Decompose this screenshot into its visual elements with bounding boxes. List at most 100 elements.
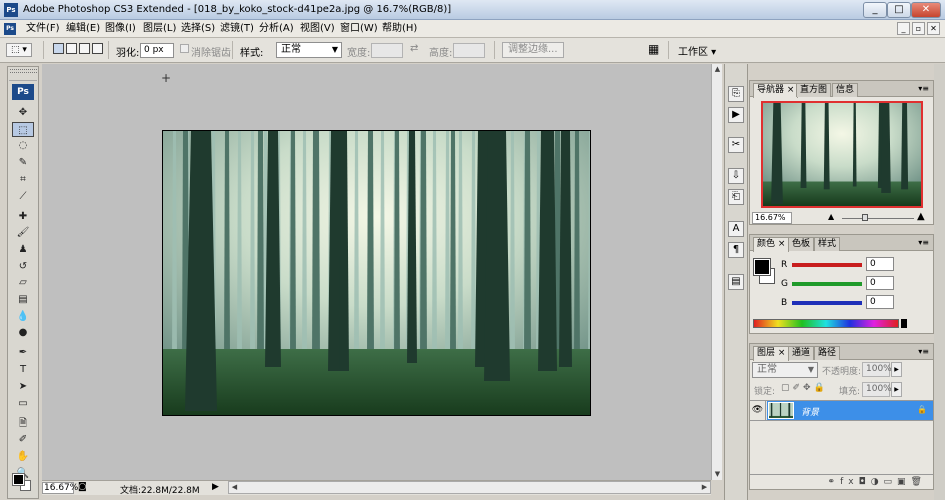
channel-r-value[interactable]: 0 (866, 257, 894, 271)
history-brush-tool-icon[interactable]: ↺ (12, 259, 34, 274)
blend-mode-select[interactable]: 正常 ▼ (752, 362, 818, 378)
tool-preset-picker[interactable]: ⬚ ▾ (6, 43, 32, 57)
move-tool-icon[interactable]: ✥ (12, 105, 34, 120)
hand-tool-icon[interactable]: ✋ (12, 449, 34, 464)
maximize-button[interactable]: □ (887, 2, 911, 18)
workspace-button[interactable]: 工作区 ▾ (678, 43, 716, 58)
panel-menu-icon[interactable]: ▾≡ (918, 347, 929, 356)
channel-r-slider[interactable] (792, 263, 862, 267)
vertical-scrollbar[interactable]: ▲ ▼ (711, 64, 722, 480)
close-button[interactable]: ✕ (911, 2, 941, 18)
zoom-level-field[interactable]: 16.67% (42, 482, 78, 494)
fill-input[interactable]: 100% (862, 382, 892, 397)
tab-layers[interactable]: 图层 × (753, 346, 790, 361)
lasso-tool-icon[interactable]: ◌ (12, 138, 34, 153)
notes-tool-icon[interactable]: 🗎 (12, 416, 34, 431)
path-select-tool-icon[interactable]: ➤ (12, 379, 34, 394)
shape-tool-icon[interactable]: ▭ (12, 396, 34, 411)
scroll-right-arrow[interactable]: ▶ (699, 482, 710, 493)
antialias-checkbox[interactable] (180, 44, 189, 53)
tab-color[interactable]: 颜色 × (753, 237, 790, 252)
marquee-tool-icon[interactable]: ⬚ (12, 121, 34, 137)
fill-arrow-icon[interactable]: ▶ (891, 382, 902, 397)
pen-tool-icon[interactable]: ✒ (12, 345, 34, 360)
menu-analysis[interactable]: 分析(A) (259, 22, 294, 36)
scroll-up-arrow[interactable]: ▲ (712, 64, 723, 75)
quick-select-tool-icon[interactable]: ✎ (12, 155, 34, 170)
panel-menu-icon[interactable]: ▾≡ (918, 238, 929, 247)
menu-select[interactable]: 选择(S) (181, 22, 215, 36)
brush-tool-icon[interactable]: 🖌 (12, 225, 34, 240)
minimize-button[interactable]: _ (863, 2, 887, 18)
eyedropper-tool-icon[interactable]: ⟋ (12, 189, 34, 204)
gradient-tool-icon[interactable]: ▤ (12, 292, 34, 307)
scroll-left-arrow[interactable]: ◀ (229, 482, 240, 493)
type-tool-icon[interactable]: T (12, 362, 34, 377)
foreground-color-swatch[interactable] (12, 473, 25, 486)
paragraph-icon[interactable]: ¶ (728, 242, 744, 258)
menu-file[interactable]: 文件(F) (26, 22, 60, 36)
document-workspace[interactable]: + (42, 64, 711, 480)
menu-help[interactable]: 帮助(H) (382, 22, 417, 36)
color-spectrum-bar[interactable] (753, 319, 899, 328)
character-icon[interactable]: A (728, 221, 744, 237)
panel-menu-icon[interactable]: ▾≡ (918, 84, 929, 93)
doc-close-button[interactable]: ✕ (927, 22, 940, 35)
opacity-arrow-icon[interactable]: ▶ (891, 362, 902, 377)
zoom-out-icon[interactable]: ▲ (828, 212, 834, 221)
ps-menu-icon[interactable]: Ps (4, 23, 16, 35)
swap-icon[interactable]: ⇄ (410, 43, 418, 54)
layer-name[interactable]: 背景 (801, 405, 819, 418)
document-canvas[interactable] (162, 130, 591, 416)
horizontal-scrollbar[interactable]: ◀ ▶ (228, 481, 711, 494)
channel-g-value[interactable]: 0 (866, 276, 894, 290)
tab-histogram[interactable]: 直方图 (796, 83, 832, 97)
navigator-zoom-slider[interactable] (842, 218, 914, 219)
clone-source-icon[interactable]: ⎗ (728, 189, 744, 205)
crop-tool-icon[interactable]: ⌗ (12, 172, 34, 187)
spectrum-black[interactable] (901, 319, 907, 328)
opacity-input[interactable]: 100% (862, 362, 892, 377)
add-selection-icon[interactable] (66, 43, 77, 54)
toolbox-grip[interactable] (10, 69, 37, 73)
scroll-down-arrow[interactable]: ▼ (712, 469, 723, 480)
zoom-in-icon[interactable]: ▲ (917, 211, 925, 222)
blur-tool-icon[interactable]: 💧 (12, 309, 34, 324)
tab-swatches[interactable]: 色板 (788, 237, 815, 251)
status-menu-arrow[interactable]: ▶ (212, 482, 219, 492)
healing-tool-icon[interactable]: ✚ (12, 209, 34, 224)
tab-navigator[interactable]: 导航器 × (753, 83, 799, 98)
doc-restore-button[interactable]: ▫ (912, 22, 925, 35)
menu-layer[interactable]: 图层(L) (143, 22, 176, 36)
subtract-selection-icon[interactable] (79, 43, 90, 54)
doc-minimize-button[interactable]: _ (897, 22, 910, 35)
width-input[interactable] (371, 43, 403, 58)
style-select[interactable]: 正常 ▼ (276, 42, 342, 58)
channel-g-slider[interactable] (792, 282, 862, 286)
navigator-preview[interactable] (761, 101, 923, 208)
new-selection-icon[interactable] (53, 43, 64, 54)
feather-input[interactable]: 0 px (140, 43, 174, 58)
eyedropper2-tool-icon[interactable]: ✐ (12, 432, 34, 447)
channel-b-value[interactable]: 0 (866, 295, 894, 309)
navigator-zoom-field[interactable]: 16.67% (752, 212, 792, 224)
brushes-icon[interactable]: ⇩ (728, 168, 744, 184)
layer-row[interactable]: 👁 背景 🔒 (750, 400, 933, 421)
menu-edit[interactable]: 编辑(E) (66, 22, 100, 36)
bridge-icon[interactable]: ▦ (648, 42, 659, 56)
tab-styles[interactable]: 样式 (814, 237, 841, 251)
status-preview-icon[interactable]: ◙ (78, 482, 87, 492)
intersect-selection-icon[interactable] (92, 43, 103, 54)
visibility-eye-icon[interactable]: 👁 (750, 401, 766, 420)
tab-info[interactable]: 信息 (832, 83, 859, 97)
zoom-slider-thumb[interactable] (862, 214, 868, 221)
history-icon[interactable]: ⎘ (728, 86, 744, 102)
lock-icons[interactable]: ▢✐✥🔒 (781, 383, 828, 393)
tab-paths[interactable]: 路径 (814, 346, 841, 360)
stamp-tool-icon[interactable]: ♟ (12, 242, 34, 257)
channel-b-slider[interactable] (792, 301, 862, 305)
eraser-tool-icon[interactable]: ▱ (12, 275, 34, 290)
color-fg-swatch[interactable] (753, 258, 771, 276)
tool-presets-icon[interactable]: ✂ (728, 137, 744, 153)
menu-view[interactable]: 视图(V) (300, 22, 335, 36)
